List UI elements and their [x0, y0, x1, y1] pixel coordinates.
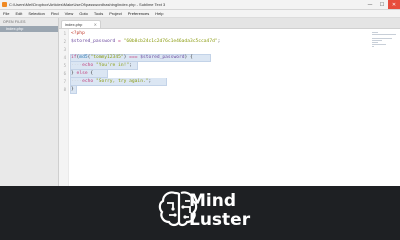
menu-bar: File Edit Selection Find View Goto Tools… — [0, 10, 400, 18]
code-line: ····echo "Sorry, try again."; — [71, 78, 151, 86]
menu-view[interactable]: View — [62, 10, 77, 17]
code-token: "tommy12345" — [90, 55, 124, 60]
code-token: ; — [148, 79, 152, 84]
logo-word-mind: Mind — [189, 191, 236, 211]
menu-selection[interactable]: Selection — [25, 10, 47, 17]
line-number: 7 — [63, 79, 66, 84]
line-number: 1 — [63, 31, 66, 36]
code-token: "Sorry, try again." — [95, 79, 149, 84]
code-token: } — [71, 87, 74, 92]
mind-luster-logo: Mind Luster — [158, 191, 251, 230]
line-number: 8 — [63, 87, 66, 92]
close-button[interactable]: ✕ — [388, 0, 400, 9]
line-number: 5 — [63, 63, 66, 68]
code-line: if(md5("tommy12345") === $stored_passwor… — [71, 54, 193, 62]
tab-strip: index.php × — [59, 18, 400, 29]
minimap[interactable] — [372, 31, 398, 49]
code-token: $stored_password — [71, 39, 116, 44]
sidebar-file-index-php[interactable]: index.php — [0, 26, 58, 32]
menu-find[interactable]: Find — [48, 10, 62, 17]
code-token: ) { — [184, 55, 193, 60]
window-title: C:\Users\Mel\Dropbox\Articles\MakeUseOf\… — [9, 2, 166, 7]
code-token: "60b8cb24c1c2d76c1e46ada3c5cca47d" — [123, 39, 218, 44]
menu-file[interactable]: File — [0, 10, 12, 17]
code-line: <?php — [71, 30, 85, 38]
sublime-app-icon — [2, 2, 7, 7]
menu-project[interactable]: Project — [106, 10, 124, 17]
code-line: $stored_password = "60b8cb24c1c2d76c1e46… — [71, 38, 220, 46]
menu-help[interactable]: Help — [152, 10, 166, 17]
minimap-line — [372, 44, 386, 45]
code-token: "You're in!" — [95, 63, 130, 68]
minimap-line — [372, 32, 378, 33]
line-number: 3 — [63, 47, 66, 52]
code-token: $stored_password — [137, 55, 185, 60]
menu-goto[interactable]: Goto — [76, 10, 91, 17]
code-token: echo — [82, 79, 94, 84]
open-files-heading: OPEN FILES — [3, 20, 26, 24]
window-titlebar: C:\Users\Mel\Dropbox\Articles\MakeUseOf\… — [0, 0, 400, 10]
minimap-line — [372, 46, 374, 47]
maximize-button[interactable]: ☐ — [376, 0, 388, 9]
line-number: 4 — [63, 55, 66, 60]
code-token: ···· — [71, 63, 83, 68]
tab-close-icon[interactable]: × — [94, 22, 97, 27]
code-token: ; — [129, 63, 132, 68]
tab-index-php[interactable]: index.php × — [61, 20, 101, 28]
line-number: 2 — [63, 39, 66, 44]
minimize-button[interactable]: — — [364, 0, 376, 9]
code-token: <?php — [71, 31, 85, 36]
code-line: } else { — [71, 70, 93, 78]
menu-edit[interactable]: Edit — [12, 10, 25, 17]
menu-preferences[interactable]: Preferences — [125, 10, 153, 17]
code-line: ····echo "You're in!"; — [71, 62, 132, 70]
code-token: = — [115, 39, 124, 44]
code-token: else — [76, 71, 88, 76]
tab-label: index.php — [65, 22, 83, 27]
code-token: { — [87, 71, 94, 76]
minimap-line — [372, 42, 378, 43]
code-token: ···· — [71, 79, 83, 84]
code-token: ; — [217, 39, 221, 44]
minimap-line — [372, 34, 396, 35]
line-number: 6 — [63, 71, 66, 76]
logo-word-luster: Luster — [189, 210, 251, 230]
window-controls: — ☐ ✕ — [364, 0, 400, 9]
code-token: echo — [82, 63, 94, 68]
code-token: md5 — [79, 55, 88, 60]
menu-tools[interactable]: Tools — [91, 10, 106, 17]
minimap-line — [372, 40, 382, 41]
minimap-line — [372, 38, 392, 39]
code-line: } — [71, 86, 74, 94]
